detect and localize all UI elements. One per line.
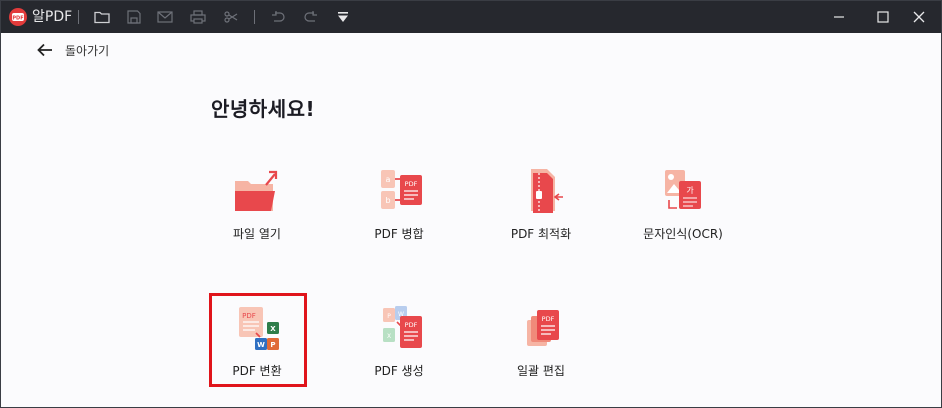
undo-button[interactable] — [267, 7, 289, 27]
redo-icon — [304, 11, 317, 22]
svg-text:PDF: PDF — [405, 180, 418, 188]
tile-optimize-pdf[interactable]: PDF 최적화 — [493, 165, 589, 257]
redo-button[interactable] — [300, 7, 322, 27]
svg-text:PDF: PDF — [12, 16, 23, 22]
tile-label: PDF 생성 — [374, 364, 424, 378]
toolbar-divider — [78, 10, 79, 24]
close-icon — [913, 11, 925, 23]
open-folder-icon — [235, 170, 278, 211]
minimize-button[interactable] — [819, 1, 859, 33]
svg-text:P: P — [387, 313, 391, 320]
app-logo-icon: PDF — [9, 8, 27, 26]
svg-text:가: 가 — [686, 186, 694, 195]
folder-icon — [94, 11, 110, 24]
tile-create-pdf[interactable]: P W X PDF PDF 생성 — [351, 302, 447, 394]
batch-edit-icon: PDF — [527, 310, 559, 346]
minimize-icon — [834, 16, 844, 18]
app-window: PDF 알PDF 돌아가기 안녕하세요! 파일 열기 a b PDF PDF 병… — [0, 0, 942, 408]
title-bar: PDF 알PDF — [1, 1, 941, 33]
create-pdf-icon: P W X PDF — [383, 306, 422, 348]
ocr-icon: 가 — [665, 170, 701, 209]
selection-highlight — [209, 293, 307, 387]
back-label: 돌아가기 — [65, 43, 110, 58]
arrow-left-icon — [37, 43, 52, 57]
tile-label: PDF 최적화 — [510, 227, 572, 241]
tile-open-file[interactable]: 파일 열기 — [209, 165, 305, 257]
tile-merge-pdf[interactable]: a b PDF PDF 병합 — [351, 165, 447, 257]
cut-button[interactable] — [220, 7, 242, 27]
tile-label: 파일 열기 — [233, 227, 281, 241]
tile-label: 문자인식(OCR) — [643, 227, 723, 241]
dropdown-icon — [338, 12, 348, 22]
undo-icon — [272, 11, 285, 22]
mail-icon — [157, 11, 173, 23]
page-title: 안녕하세요! — [211, 97, 316, 121]
scissors-icon — [224, 11, 238, 23]
merge-pdf-icon: a b PDF — [381, 170, 422, 209]
mail-button[interactable] — [154, 7, 176, 27]
svg-text:X: X — [387, 333, 391, 340]
print-icon — [190, 10, 206, 24]
compress-pdf-icon — [531, 169, 563, 213]
svg-text:a: a — [386, 175, 391, 184]
open-folder-button[interactable] — [91, 7, 113, 27]
save-button[interactable] — [123, 7, 145, 27]
tile-batch-edit[interactable]: PDF 일괄 편집 — [493, 302, 589, 394]
svg-text:PDF: PDF — [542, 315, 555, 323]
maximize-button[interactable] — [863, 1, 903, 33]
tile-ocr[interactable]: 가 문자인식(OCR) — [635, 165, 731, 257]
maximize-icon — [877, 11, 889, 23]
svg-text:b: b — [385, 196, 390, 205]
print-button[interactable] — [187, 7, 209, 27]
toolbar-divider — [254, 10, 255, 24]
save-icon — [127, 10, 141, 24]
close-button[interactable] — [899, 1, 939, 33]
quick-access-dropdown[interactable] — [332, 7, 354, 27]
tile-label: PDF 병합 — [374, 227, 424, 241]
svg-text:PDF: PDF — [405, 321, 418, 329]
tile-label: 일괄 편집 — [517, 364, 565, 378]
back-button[interactable]: 돌아가기 — [37, 39, 109, 61]
app-title: 알PDF — [32, 9, 73, 25]
